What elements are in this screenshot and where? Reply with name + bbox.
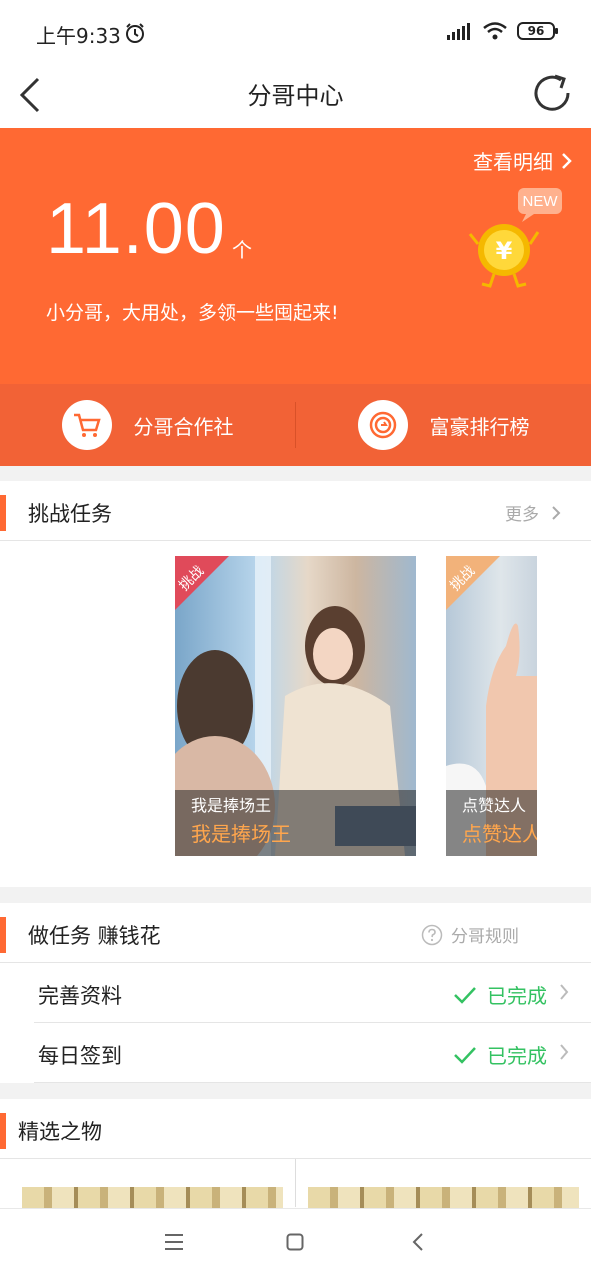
status-time: 上午9:33 xyxy=(36,24,121,48)
hero-actions: 分哥合作社 富豪排行榜 xyxy=(0,384,591,466)
cart-icon xyxy=(61,400,112,450)
challenge-header: 挑战任务 更多 xyxy=(0,481,591,541)
challenge-card[interactable]: 挑战 点赞达人 点赞达人 xyxy=(446,556,537,856)
leaderboard-label: 富豪排行榜 xyxy=(429,414,530,439)
chevron-right-icon xyxy=(562,152,572,169)
status-bar: 上午9:33 96 xyxy=(0,0,591,62)
task-status-label: 已完成 xyxy=(487,1044,547,1068)
task-status: 已完成 xyxy=(453,1040,547,1069)
view-detail-link[interactable]: 查看明细 xyxy=(473,146,573,175)
help-circle-icon xyxy=(421,924,443,945)
chevron-right-icon xyxy=(560,984,569,1000)
card-caption: 我是捧场王 xyxy=(191,796,272,815)
alarm-icon xyxy=(126,23,144,43)
balance-amount: 11.00 xyxy=(46,189,226,269)
goods-item[interactable] xyxy=(295,1159,591,1209)
goods-thumbnail xyxy=(22,1187,283,1209)
task-name: 每日签到 xyxy=(38,1044,122,1068)
task-status-label: 已完成 xyxy=(487,984,547,1008)
signal-icon xyxy=(447,23,470,40)
view-detail-label: 查看明细 xyxy=(473,150,553,174)
challenge-title: 挑战任务 xyxy=(28,502,112,526)
new-badge: NEW xyxy=(523,193,559,210)
tasks-header: 做任务 赚钱花 分哥规则 xyxy=(0,903,591,963)
more-label: 更多 xyxy=(505,505,539,525)
cooperative-label: 分哥合作社 xyxy=(133,414,234,439)
home-square-icon[interactable] xyxy=(286,1233,304,1251)
chevron-right-icon xyxy=(560,1044,569,1060)
balance-banner: 查看明细 11.00 个 小分哥，大用处，多领一些囤起来! NEW ¥ xyxy=(0,128,591,384)
goods-thumbnail xyxy=(308,1187,579,1209)
card-caption: 点赞达人 xyxy=(462,796,527,815)
cooperative-button[interactable]: 分哥合作社 xyxy=(0,384,295,466)
goods-item[interactable] xyxy=(0,1159,295,1209)
task-name: 完善资料 xyxy=(38,984,122,1008)
refresh-icon[interactable] xyxy=(533,72,573,114)
page-title: 分哥中心 xyxy=(247,82,344,110)
coin-mascot-icon: NEW ¥ xyxy=(468,188,562,288)
section-accent-bar xyxy=(0,1113,6,1149)
balance-unit: 个 xyxy=(232,238,252,262)
battery-icon: 96 xyxy=(517,22,558,40)
rules-link[interactable]: 分哥规则 xyxy=(421,922,519,947)
menu-icon[interactable] xyxy=(164,1233,184,1251)
challenge-ribbon: 挑战 xyxy=(446,556,500,610)
leaderboard-button[interactable]: 富豪排行榜 xyxy=(296,384,591,466)
wifi-icon xyxy=(483,22,507,40)
selected-title: 精选之物 xyxy=(18,1120,102,1144)
selected-header: 精选之物 xyxy=(0,1099,591,1159)
challenge-section: 挑战任务 更多 挑战 我是捧场王 我是捧场王 挑战 点赞达人 点赞达人 xyxy=(0,481,591,887)
back-nav-icon[interactable] xyxy=(412,1233,424,1251)
check-icon xyxy=(454,986,476,1004)
challenge-ribbon: 挑战 xyxy=(175,556,229,610)
tasks-title: 做任务 赚钱花 xyxy=(28,924,161,948)
section-accent-bar xyxy=(0,495,6,531)
balance-slogan: 小分哥，大用处，多领一些囤起来! xyxy=(46,302,339,324)
challenge-card[interactable]: 挑战 我是捧场王 我是捧场王 xyxy=(175,556,416,856)
system-nav-bar xyxy=(0,1208,591,1280)
goods-grid xyxy=(0,1159,591,1209)
card-caption-large: 点赞达人 xyxy=(462,822,537,846)
task-row[interactable]: 完善资料 已完成 xyxy=(34,963,591,1023)
card-caption-large: 我是捧场王 xyxy=(191,822,291,846)
task-status: 已完成 xyxy=(453,980,547,1009)
chevron-right-icon xyxy=(552,505,561,520)
challenge-more-link[interactable]: 更多 xyxy=(505,500,561,525)
check-icon xyxy=(454,1046,476,1064)
selected-section: 精选之物 xyxy=(0,1099,591,1209)
task-row[interactable]: 每日签到 已完成 xyxy=(34,1023,591,1083)
nav-bar: 分哥中心 xyxy=(0,62,591,128)
tasks-section: 做任务 赚钱花 分哥规则 完善资料 已完成 每日签到 已完成 xyxy=(0,903,591,1083)
rules-label: 分哥规则 xyxy=(451,927,519,947)
challenge-carousel[interactable]: 挑战 我是捧场王 我是捧场王 挑战 点赞达人 点赞达人 xyxy=(0,541,591,887)
coin-ring-icon xyxy=(357,400,408,450)
section-accent-bar xyxy=(0,917,6,953)
svg-text:¥: ¥ xyxy=(496,237,513,265)
